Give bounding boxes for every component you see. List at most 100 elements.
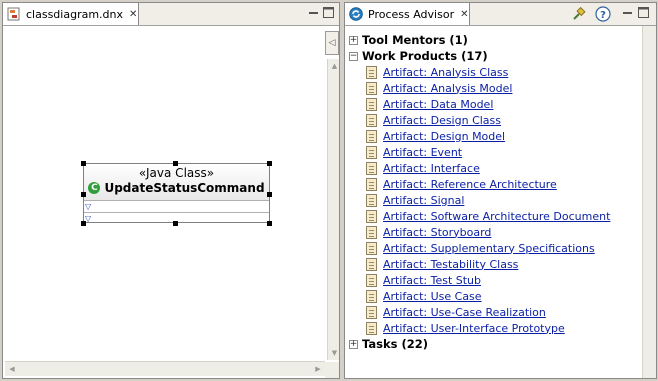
document-icon bbox=[366, 225, 377, 239]
tasks-label: Tasks (22) bbox=[362, 337, 428, 351]
maximize-icon[interactable] bbox=[638, 7, 649, 18]
horizontal-scrollbar[interactable]: ◀ ▶ bbox=[5, 361, 325, 376]
artifact-item[interactable]: Artifact: Event bbox=[366, 144, 462, 160]
document-icon bbox=[366, 65, 377, 79]
artifact-link[interactable]: Artifact: Signal bbox=[383, 194, 464, 207]
selection-handle[interactable] bbox=[173, 221, 178, 226]
document-icon bbox=[366, 289, 377, 303]
document-icon bbox=[366, 97, 377, 111]
class-name-row: C UpdateStatusCommand bbox=[84, 181, 269, 195]
artifact-link[interactable]: Artifact: Use-Case Realization bbox=[383, 306, 546, 319]
artifact-item[interactable]: Artifact: Use-Case Realization bbox=[366, 304, 546, 320]
close-icon[interactable]: ✕ bbox=[129, 9, 137, 20]
scroll-down-icon[interactable]: ▼ bbox=[328, 346, 339, 360]
artifact-link[interactable]: Artifact: Analysis Model bbox=[383, 82, 512, 95]
tree-node-tasks[interactable]: + Tasks (22) bbox=[349, 336, 428, 352]
artifact-item[interactable]: Artifact: User-Interface Prototype bbox=[366, 320, 565, 336]
artifact-link[interactable]: Artifact: Use Case bbox=[383, 290, 482, 303]
document-icon bbox=[366, 209, 377, 223]
editor-tab-label: classdiagram.dnx bbox=[26, 7, 124, 21]
minimize-icon[interactable] bbox=[308, 7, 319, 18]
class-c-icon: C bbox=[88, 182, 101, 194]
artifact-link[interactable]: Artifact: Design Model bbox=[383, 130, 505, 143]
work-products-label: Work Products (17) bbox=[362, 49, 488, 63]
palette-toggle-icon[interactable]: ◁ bbox=[325, 31, 339, 55]
artifact-link[interactable]: Artifact: Analysis Class bbox=[383, 66, 508, 79]
artifact-link[interactable]: Artifact: Reference Architecture bbox=[383, 178, 557, 191]
artifact-item[interactable]: Artifact: Design Model bbox=[366, 128, 505, 144]
minimize-icon[interactable] bbox=[622, 7, 633, 18]
selection-handle[interactable] bbox=[267, 221, 272, 226]
artifact-item[interactable]: Artifact: Analysis Class bbox=[366, 64, 508, 80]
tree-node-work-products[interactable]: − Work Products (17) bbox=[349, 48, 488, 64]
tool-mentors-label: Tool Mentors (1) bbox=[362, 33, 468, 47]
selection-handle[interactable] bbox=[81, 192, 86, 197]
artifact-item[interactable]: Artifact: Supplementary Specifications bbox=[366, 240, 595, 256]
document-icon bbox=[366, 113, 377, 127]
artifact-link[interactable]: Artifact: Design Class bbox=[383, 114, 501, 127]
artifact-link[interactable]: Artifact: Storyboard bbox=[383, 226, 491, 239]
diagram-canvas[interactable]: «Java Class» C UpdateStatusCommand ▽ ▽ bbox=[3, 26, 339, 378]
tree-node-tool-mentors[interactable]: + Tool Mentors (1) bbox=[349, 32, 468, 48]
close-icon[interactable]: ✕ bbox=[460, 9, 468, 20]
artifact-item[interactable]: Artifact: Use Case bbox=[366, 288, 482, 304]
expand-plus-icon[interactable]: + bbox=[349, 339, 358, 349]
pin-icon[interactable] bbox=[571, 6, 587, 22]
vertical-scrollbar[interactable] bbox=[642, 26, 656, 378]
scroll-right-icon[interactable]: ▶ bbox=[311, 362, 325, 376]
artifact-link[interactable]: Artifact: Software Architecture Document bbox=[383, 210, 610, 223]
tab-classdiagram[interactable]: classdiagram.dnx ✕ bbox=[3, 3, 139, 25]
artifact-link[interactable]: Artifact: Test Stub bbox=[383, 274, 481, 287]
process-advisor-pane: Process Advisor ✕ ? + Tool Mentors (1) −… bbox=[344, 2, 657, 379]
artifact-link[interactable]: Artifact: User-Interface Prototype bbox=[383, 322, 565, 335]
document-icon bbox=[366, 161, 377, 175]
class-header: «Java Class» C UpdateStatusCommand bbox=[84, 164, 269, 201]
document-icon bbox=[366, 129, 377, 143]
class-stereotype: «Java Class» bbox=[138, 166, 215, 180]
artifact-item[interactable]: Artifact: Storyboard bbox=[366, 224, 491, 240]
selection-handle[interactable] bbox=[173, 161, 178, 166]
artifact-item[interactable]: Artifact: Signal bbox=[366, 192, 464, 208]
collapse-triangle-icon[interactable]: ▽ bbox=[85, 203, 91, 211]
document-icon bbox=[366, 273, 377, 287]
artifact-item[interactable]: Artifact: Testability Class bbox=[366, 256, 518, 272]
document-icon bbox=[366, 145, 377, 159]
artifact-item[interactable]: Artifact: Test Stub bbox=[366, 272, 481, 288]
selection-handle[interactable] bbox=[267, 161, 272, 166]
scrollbar-corner bbox=[325, 362, 339, 378]
artifact-item[interactable]: Artifact: Reference Architecture bbox=[366, 176, 557, 192]
document-icon bbox=[366, 193, 377, 207]
artifact-item[interactable]: Artifact: Analysis Model bbox=[366, 80, 512, 96]
collapse-minus-icon[interactable]: − bbox=[349, 51, 358, 61]
artifact-link[interactable]: Artifact: Testability Class bbox=[383, 258, 518, 271]
class-name: UpdateStatusCommand bbox=[104, 181, 265, 195]
artifact-item[interactable]: Artifact: Design Class bbox=[366, 112, 501, 128]
selection-handle[interactable] bbox=[267, 192, 272, 197]
vertical-scrollbar[interactable]: ▲ ▼ bbox=[327, 59, 339, 360]
maximize-icon[interactable] bbox=[323, 7, 334, 18]
process-advisor-icon bbox=[349, 6, 363, 22]
advisor-tree: + Tool Mentors (1) − Work Products (17) … bbox=[345, 26, 656, 378]
java-class-box[interactable]: «Java Class» C UpdateStatusCommand ▽ ▽ bbox=[83, 163, 270, 223]
artifact-link[interactable]: Artifact: Supplementary Specifications bbox=[383, 242, 595, 255]
help-icon[interactable]: ? bbox=[595, 6, 611, 22]
artifact-item[interactable]: Artifact: Software Architecture Document bbox=[366, 208, 610, 224]
artifact-link[interactable]: Artifact: Interface bbox=[383, 162, 480, 175]
selection-handle[interactable] bbox=[81, 161, 86, 166]
document-icon bbox=[366, 177, 377, 191]
artifact-item[interactable]: Artifact: Data Model bbox=[366, 96, 493, 112]
document-icon bbox=[366, 321, 377, 335]
tab-process-advisor[interactable]: Process Advisor ✕ bbox=[345, 3, 470, 25]
editor-tab-bar: classdiagram.dnx ✕ bbox=[3, 3, 339, 26]
selection-handle[interactable] bbox=[81, 221, 86, 226]
svg-text:?: ? bbox=[600, 10, 606, 21]
advisor-tab-bar: Process Advisor ✕ ? bbox=[345, 3, 656, 26]
artifact-item[interactable]: Artifact: Interface bbox=[366, 160, 480, 176]
scroll-up-icon[interactable]: ▲ bbox=[328, 59, 339, 73]
scroll-left-icon[interactable]: ◀ bbox=[5, 362, 19, 376]
artifact-link[interactable]: Artifact: Event bbox=[383, 146, 462, 159]
expand-plus-icon[interactable]: + bbox=[349, 35, 358, 45]
artifact-link[interactable]: Artifact: Data Model bbox=[383, 98, 493, 111]
attributes-compartment[interactable]: ▽ bbox=[84, 201, 269, 213]
document-icon bbox=[366, 305, 377, 319]
